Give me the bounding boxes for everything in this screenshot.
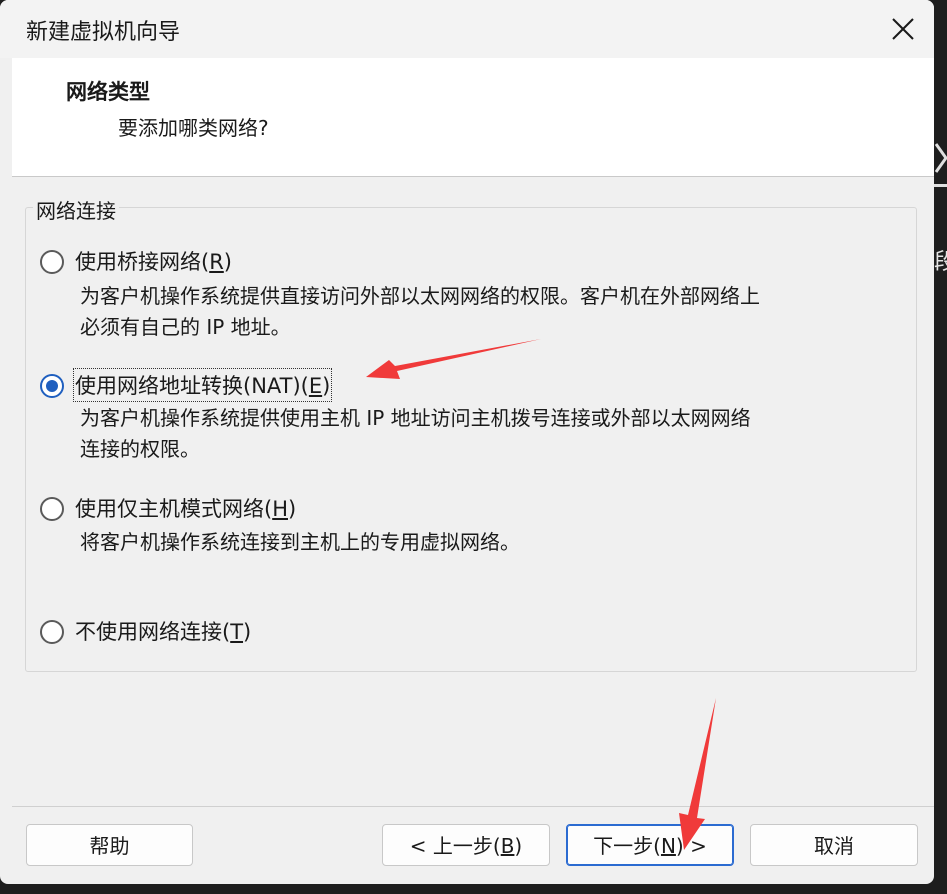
radio-button-host-only[interactable]: [40, 497, 64, 521]
footer-divider: [12, 806, 934, 807]
radio-label-bridged[interactable]: 使用桥接网络(R): [75, 246, 232, 276]
close-icon[interactable]: [886, 12, 920, 46]
new-vm-wizard-window: 新建虚拟机向导 网络类型 要添加哪类网络? 网络连接 使用桥接网络(R) 为客户…: [0, 0, 934, 884]
description-bridged: 为客户机操作系统提供直接访问外部以太网网络的权限。客户机在外部网络上 必须有自己…: [80, 284, 760, 339]
radio-button-bridged[interactable]: [40, 250, 64, 274]
window-title: 新建虚拟机向导: [26, 20, 181, 45]
description-nat: 为客户机操作系统提供使用主机 IP 地址访问主机拨号连接或外部以太网网络 连接的…: [80, 406, 751, 461]
help-button[interactable]: 帮助: [26, 824, 193, 866]
wizard-header: 网络类型 要添加哪类网络?: [12, 58, 934, 177]
radio-label-no-network[interactable]: 不使用网络连接(T): [75, 616, 251, 646]
background-chevron-icon: [934, 143, 947, 187]
cancel-button[interactable]: 取消: [750, 824, 918, 866]
radio-label-nat[interactable]: 使用网络地址转换(NAT)(E): [72, 368, 333, 402]
radio-label-host-only[interactable]: 使用仅主机模式网络(H): [75, 493, 296, 523]
radio-button-nat[interactable]: [40, 374, 64, 398]
page-title: 网络类型: [66, 80, 150, 104]
back-button[interactable]: < 上一步(B): [382, 824, 550, 866]
page-subtitle: 要添加哪类网络?: [118, 116, 269, 140]
background-edge-glyph: 段: [934, 250, 947, 275]
title-bar: 新建虚拟机向导: [0, 0, 934, 58]
next-button[interactable]: 下一步(N) >: [566, 824, 734, 866]
description-host-only: 将客户机操作系统连接到主机上的专用虚拟网络。: [80, 530, 520, 554]
radio-button-no-network[interactable]: [40, 620, 64, 644]
group-legend: 网络连接: [33, 195, 119, 224]
